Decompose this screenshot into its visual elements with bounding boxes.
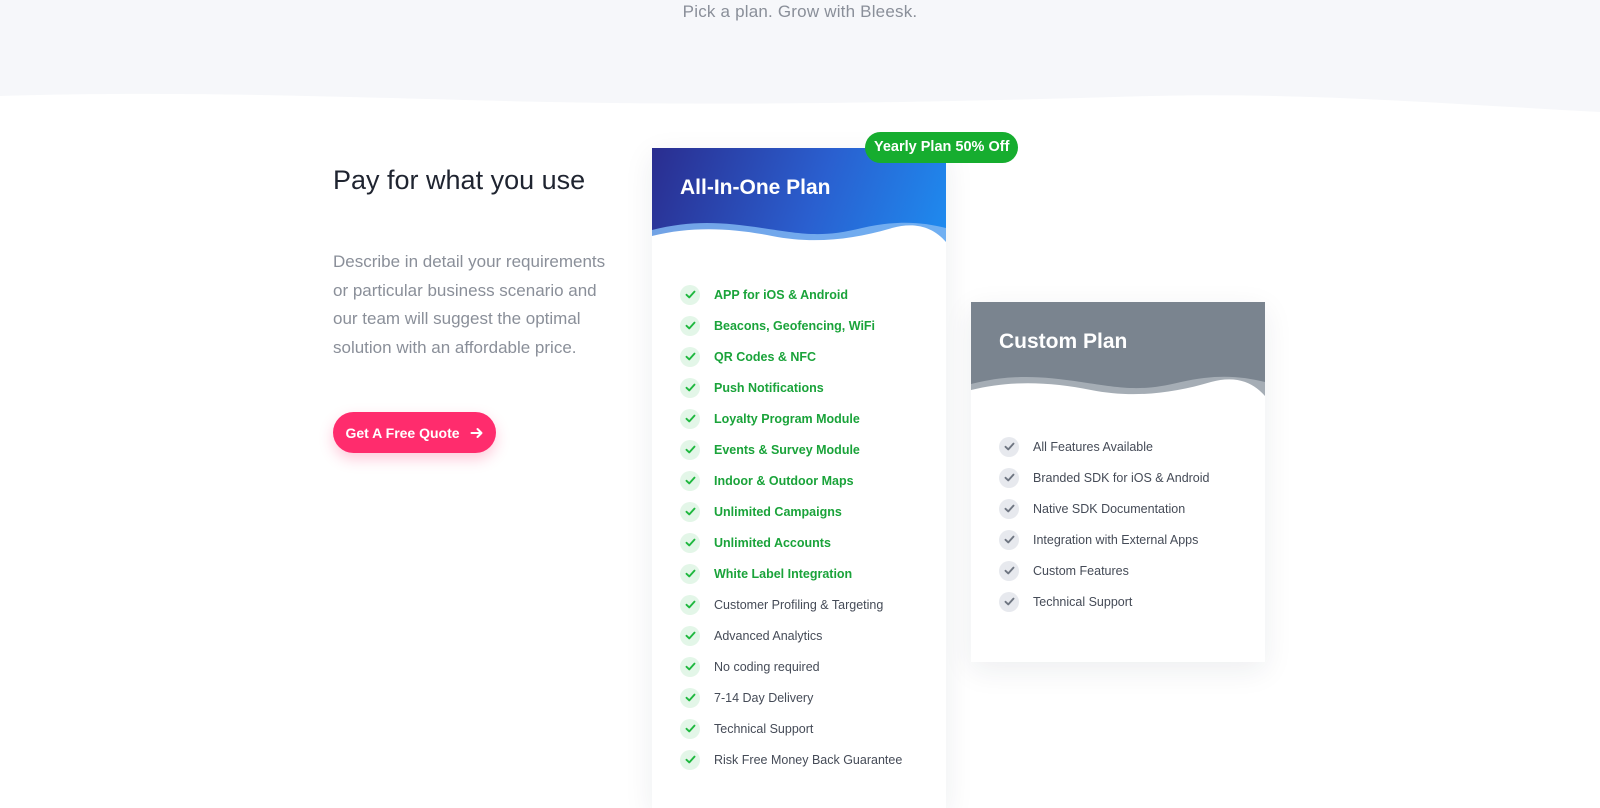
check-icon	[999, 467, 1019, 488]
feature-item: White Label Integration	[680, 558, 902, 589]
feature-text: Push Notifications	[714, 380, 824, 395]
plan-card-custom: Custom Plan All Features Available Brande…	[971, 302, 1265, 662]
feature-text: Branded SDK for iOS & Android	[1033, 470, 1210, 485]
feature-item: Push Notifications	[680, 372, 902, 403]
check-icon	[680, 501, 700, 522]
feature-item: QR Codes & NFC	[680, 341, 902, 372]
feature-item: Technical Support	[999, 586, 1209, 617]
feature-text: Technical Support	[1033, 594, 1133, 609]
check-icon	[680, 439, 700, 460]
check-icon	[999, 560, 1019, 581]
plan-card-all-in-one: All-In-One Plan APP for iOS & Android Bea…	[652, 148, 946, 808]
feature-text: Custom Features	[1033, 563, 1129, 578]
feature-text: All Features Available	[1033, 439, 1153, 454]
yearly-discount-badge: Yearly Plan 50% Off	[865, 132, 1019, 163]
feature-list-all-in-one: APP for iOS & Android Beacons, Geofencing…	[680, 279, 902, 775]
feature-item: Custom Features	[999, 555, 1209, 586]
plan-header-all-in-one: All-In-One Plan	[652, 148, 946, 248]
check-icon	[680, 656, 700, 677]
check-icon	[680, 408, 700, 429]
plan-title: Custom Plan	[999, 330, 1128, 353]
check-icon	[680, 470, 700, 491]
feature-item: Technical Support	[680, 713, 902, 744]
feature-text: White Label Integration	[714, 566, 853, 581]
feature-item: Indoor & Outdoor Maps	[680, 465, 902, 496]
intro-description: Describe in detail your requirements or …	[333, 252, 606, 357]
feature-item: Risk Free Money Back Guarantee	[680, 744, 902, 775]
feature-item: Customer Profiling & Targeting	[680, 589, 902, 620]
feature-text: APP for iOS & Android	[714, 287, 849, 302]
feature-text: No coding required	[714, 659, 820, 674]
feature-item: All Features Available	[999, 431, 1209, 462]
feature-text: Risk Free Money Back Guarantee	[714, 752, 903, 767]
check-icon	[680, 594, 700, 615]
feature-item: 7-14 Day Delivery	[680, 682, 902, 713]
check-icon	[680, 749, 700, 770]
check-icon	[680, 687, 700, 708]
check-icon	[680, 315, 700, 336]
feature-item: Events & Survey Module	[680, 434, 902, 465]
pricing-tagline: Pick a plan. Grow with Bleesk.	[682, 2, 918, 21]
header-wave-shape	[652, 222, 946, 248]
feature-text: Advanced Analytics	[714, 628, 823, 643]
feature-text: 7-14 Day Delivery	[714, 690, 814, 705]
check-icon	[999, 436, 1019, 457]
feature-text: Native SDK Documentation	[1033, 501, 1186, 516]
feature-item: Loyalty Program Module	[680, 403, 902, 434]
feature-text: Loyalty Program Module	[714, 411, 860, 426]
feature-item: No coding required	[680, 651, 902, 682]
feature-item: APP for iOS & Android	[680, 279, 902, 310]
feature-text: Technical Support	[714, 721, 814, 736]
check-icon	[999, 498, 1019, 519]
header-wave-shape	[971, 376, 1265, 402]
check-icon	[680, 625, 700, 646]
feature-text: Customer Profiling & Targeting	[714, 597, 884, 612]
check-icon	[680, 532, 700, 553]
check-icon	[680, 346, 700, 367]
feature-item: Unlimited Campaigns	[680, 496, 902, 527]
get-free-quote-button[interactable]: Get A Free Quote	[333, 412, 496, 453]
feature-list-custom: All Features Available Branded SDK for iO…	[999, 431, 1209, 617]
get-free-quote-label: Get A Free Quote	[345, 424, 460, 441]
feature-text: Integration with External Apps	[1033, 532, 1199, 547]
check-icon	[999, 591, 1019, 612]
feature-text: QR Codes & NFC	[714, 349, 817, 364]
plan-header-custom: Custom Plan	[971, 302, 1265, 402]
feature-item: Unlimited Accounts	[680, 527, 902, 558]
feature-item: Native SDK Documentation	[999, 493, 1209, 524]
arrow-right-icon	[470, 427, 483, 438]
feature-text: Unlimited Accounts	[714, 535, 831, 550]
check-icon	[680, 718, 700, 739]
check-icon	[680, 377, 700, 398]
feature-text: Unlimited Campaigns	[714, 504, 842, 519]
feature-text: Beacons, Geofencing, WiFi	[714, 318, 876, 333]
feature-item: Integration with External Apps	[999, 524, 1209, 555]
feature-item: Beacons, Geofencing, WiFi	[680, 310, 902, 341]
check-icon	[680, 563, 700, 584]
feature-text: Events & Survey Module	[714, 442, 860, 457]
feature-item: Advanced Analytics	[680, 620, 902, 651]
feature-item: Branded SDK for iOS & Android	[999, 462, 1209, 493]
check-icon	[680, 284, 700, 305]
feature-text: Indoor & Outdoor Maps	[714, 473, 854, 488]
check-icon	[999, 529, 1019, 550]
intro-title: Pay for what you use	[333, 165, 586, 195]
plan-title: All-In-One Plan	[680, 176, 831, 199]
